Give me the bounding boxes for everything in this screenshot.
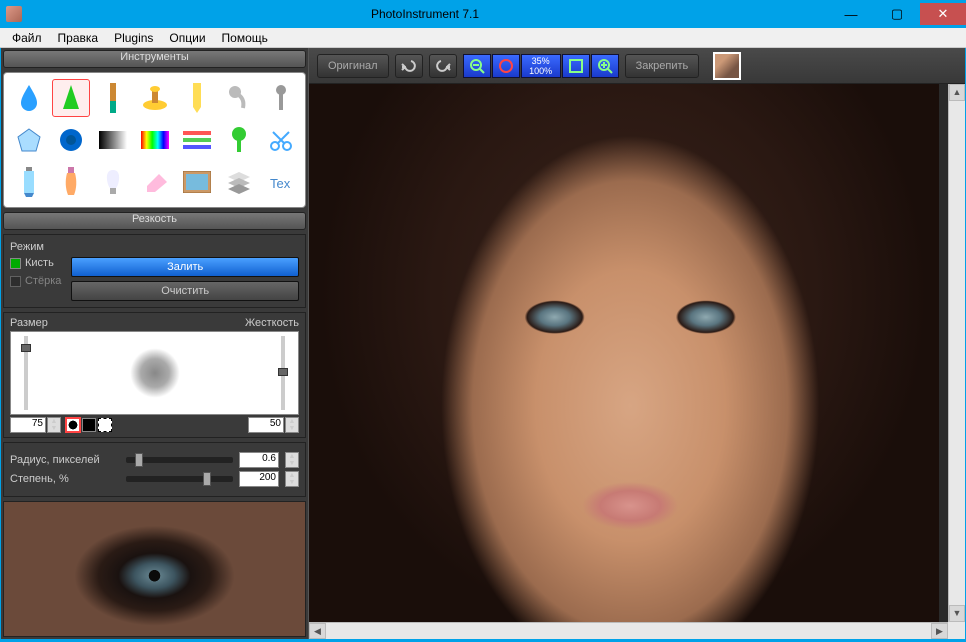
swatch-circle-black[interactable] xyxy=(66,418,80,432)
size-input[interactable]: 75 xyxy=(10,417,46,433)
degree-input[interactable]: 200 xyxy=(239,471,279,487)
window-controls: — ▢ ✕ xyxy=(828,3,966,25)
tool-tube[interactable] xyxy=(10,163,48,201)
menu-edit[interactable]: Правка xyxy=(50,29,107,47)
hardness-spinner[interactable]: ▲▼ xyxy=(285,417,299,433)
mode-brush-check[interactable]: Кисть xyxy=(10,257,61,269)
tool-smudge[interactable] xyxy=(220,79,258,117)
mode-panel: Режим Кисть Стёрка Залить Очистить xyxy=(3,234,306,308)
brush-size-label: Размер xyxy=(10,317,48,329)
app-icon xyxy=(6,6,22,22)
canvas[interactable] xyxy=(309,84,948,622)
mode-eraser-check[interactable]: Стёрка xyxy=(10,275,61,287)
zoom-fit-button[interactable] xyxy=(562,54,590,78)
tools-grid: Tex xyxy=(3,72,306,208)
swatch-dotted[interactable] xyxy=(98,418,112,432)
tool-gradient[interactable] xyxy=(94,121,132,159)
vertical-scrollbar[interactable]: ▲ ▼ xyxy=(948,84,965,622)
tool-blur[interactable] xyxy=(10,79,48,117)
params-panel: Радиус, пикселей 0.6 ▲▼ Степень, % 200 ▲… xyxy=(3,442,306,497)
horizontal-scrollbar[interactable]: ◀ ▶ xyxy=(309,622,948,639)
tool-brush[interactable] xyxy=(94,79,132,117)
svg-text:Tex: Tex xyxy=(270,176,291,191)
checkbox-on-icon xyxy=(10,258,21,269)
undo-button[interactable] xyxy=(395,54,423,78)
degree-spinner[interactable]: ▲▼ xyxy=(285,471,299,487)
tool-clone-stamp[interactable] xyxy=(136,79,174,117)
photo-image xyxy=(309,84,939,622)
scroll-down-icon[interactable]: ▼ xyxy=(949,605,965,622)
radius-slider[interactable] xyxy=(126,457,233,463)
brush-preview-icon xyxy=(130,348,180,398)
redo-button[interactable] xyxy=(429,54,457,78)
menu-plugins[interactable]: Plugins xyxy=(106,29,161,47)
scroll-right-icon[interactable]: ▶ xyxy=(931,623,948,639)
degree-slider[interactable] xyxy=(126,476,233,482)
scroll-up-icon[interactable]: ▲ xyxy=(949,84,965,101)
checkbox-off-icon xyxy=(10,276,21,287)
zoom-controls: 35% 100% xyxy=(463,54,619,78)
tool-red-eye[interactable] xyxy=(52,121,90,159)
tool-bulb[interactable] xyxy=(94,163,132,201)
tool-gem[interactable] xyxy=(10,121,48,159)
menubar: Файл Правка Plugins Опции Помощь xyxy=(0,28,966,48)
fill-button[interactable]: Залить xyxy=(71,257,299,277)
left-panel: Инструменты Tex Ре xyxy=(1,48,309,639)
degree-label: Степень, % xyxy=(10,473,120,485)
tool-text[interactable]: Tex xyxy=(262,163,300,201)
radius-spinner[interactable]: ▲▼ xyxy=(285,452,299,468)
hardness-input[interactable]: 50 xyxy=(248,417,284,433)
menu-file[interactable]: Файл xyxy=(4,29,50,47)
original-button[interactable]: Оригинал xyxy=(317,54,389,78)
close-button[interactable]: ✕ xyxy=(920,3,966,25)
mode-brush-label: Кисть xyxy=(25,257,54,269)
tool-layers[interactable] xyxy=(220,163,258,201)
right-panel: Оригинал 35% 100% Закрепить ▲ xyxy=(309,48,965,639)
zoom-bottom-value: 100% xyxy=(529,66,552,76)
radius-input[interactable]: 0.6 xyxy=(239,452,279,468)
top-toolbar: Оригинал 35% 100% Закрепить xyxy=(309,48,965,84)
tools-header: Инструменты xyxy=(3,50,306,68)
tool-pushpin[interactable] xyxy=(220,121,258,159)
titlebar: PhotoInstrument 7.1 — ▢ ✕ xyxy=(0,0,966,28)
radius-label: Радиус, пикселей xyxy=(10,454,120,466)
clear-button[interactable]: Очистить xyxy=(71,281,299,301)
tool-dodge-burn[interactable] xyxy=(262,79,300,117)
menu-options[interactable]: Опции xyxy=(161,29,213,47)
zoom-top-value: 35% xyxy=(532,56,550,66)
brush-preview-area xyxy=(10,331,299,415)
image-thumbnail[interactable] xyxy=(713,52,741,80)
tool-scissors[interactable] xyxy=(262,121,300,159)
minimize-button[interactable]: — xyxy=(828,3,874,25)
loupe-preview xyxy=(3,501,306,637)
menu-help[interactable]: Помощь xyxy=(214,29,276,47)
scroll-left-icon[interactable]: ◀ xyxy=(309,623,326,639)
scrollbar-corner xyxy=(948,622,965,639)
tool-levels[interactable] xyxy=(178,121,216,159)
window-title: PhotoInstrument 7.1 xyxy=(22,7,828,21)
tool-sharpen[interactable] xyxy=(52,79,90,117)
zoom-in-button[interactable] xyxy=(591,54,619,78)
mode-label: Режим xyxy=(10,241,299,253)
tool-eraser[interactable] xyxy=(136,163,174,201)
tool-pencil[interactable] xyxy=(178,79,216,117)
zoom-reset-button[interactable] xyxy=(492,54,520,78)
pin-button[interactable]: Закрепить xyxy=(625,54,700,78)
size-spinner[interactable]: ▲▼ xyxy=(47,417,61,433)
size-slider[interactable] xyxy=(19,336,33,410)
maximize-button[interactable]: ▢ xyxy=(874,3,920,25)
tool-color-spectrum[interactable] xyxy=(136,121,174,159)
swatch-square-black[interactable] xyxy=(82,418,96,432)
tool-picture[interactable] xyxy=(178,163,216,201)
zoom-display[interactable]: 35% 100% xyxy=(521,54,561,78)
zoom-out-button[interactable] xyxy=(463,54,491,78)
hardness-slider[interactable] xyxy=(276,336,290,410)
brush-hardness-label: Жесткость xyxy=(245,317,299,329)
tool-bottle[interactable] xyxy=(52,163,90,201)
brush-panel: Размер Жесткость 75 ▲▼ xyxy=(3,312,306,438)
mode-eraser-label: Стёрка xyxy=(25,275,61,287)
sharpness-header: Резкость xyxy=(3,212,306,230)
